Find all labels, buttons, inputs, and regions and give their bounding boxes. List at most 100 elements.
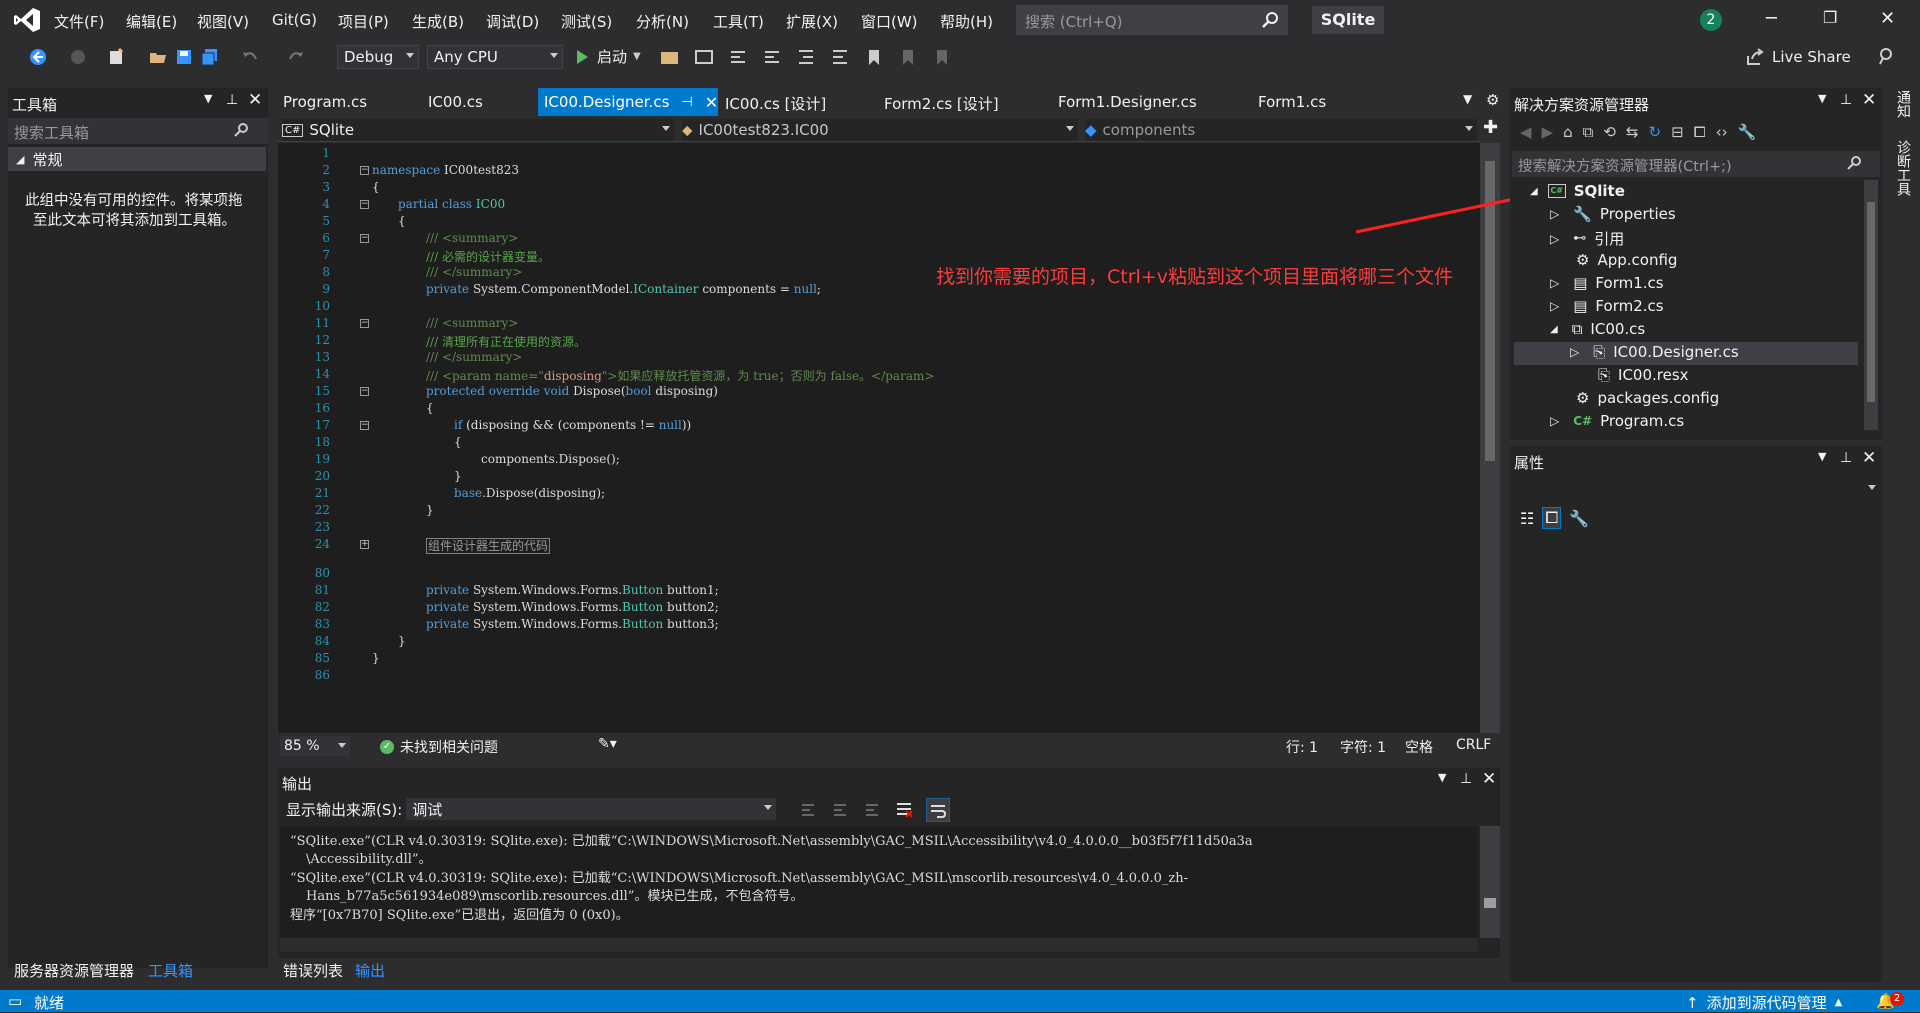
feedback-icon[interactable] [1876, 47, 1896, 67]
diagnostic-tools-side-tab[interactable]: 诊断工具 [1893, 140, 1913, 196]
collapse-all-icon[interactable]: ⊟ [1671, 123, 1684, 141]
collapse-icon[interactable]: − [360, 200, 369, 209]
open-folder-icon[interactable] [148, 47, 168, 67]
menu-file[interactable]: 文件(F) [54, 11, 104, 32]
output-horizontal-scrollbar[interactable] [280, 938, 1478, 952]
tab-form1-cs[interactable]: Form1.cs [1258, 88, 1326, 116]
solution-explorer-search-input[interactable]: 搜索解决方案资源管理器(Ctrl+;) [1512, 151, 1880, 177]
collapse-icon[interactable]: − [360, 319, 369, 328]
issues-indicator[interactable]: ✓ 未找到相关问题 [380, 737, 498, 757]
chevron-down-icon[interactable]: ▼ [204, 92, 212, 105]
show-all-files-icon[interactable]: ⧠ [1694, 123, 1706, 141]
collapse-icon[interactable]: − [360, 421, 369, 430]
forward-icon[interactable]: ▶ [1542, 123, 1554, 141]
prev-bookmark-icon[interactable] [898, 48, 918, 66]
categorized-icon[interactable]: ☷ [1520, 509, 1534, 528]
menu-edit[interactable]: 编辑(E) [126, 11, 177, 32]
menu-project[interactable]: 项目(P) [338, 11, 389, 32]
error-list-tab[interactable]: 错误列表 [283, 960, 343, 981]
chevron-down-icon[interactable]: ▼ [1438, 771, 1446, 784]
member-dropdown[interactable]: ◆ components [1085, 119, 1477, 141]
tab-form1-designer-cs[interactable]: Form1.Designer.cs [1058, 88, 1197, 116]
step-into-icon[interactable] [728, 48, 748, 66]
clear-all-icon[interactable] [894, 800, 914, 820]
tab-ic00-cs-design[interactable]: IC00.cs [设计] [725, 88, 826, 116]
expand-icon[interactable]: + [360, 540, 369, 549]
close-tab-icon[interactable]: ✕ [705, 93, 718, 112]
start-debugging-button[interactable]: 启动 ▼ [575, 46, 641, 67]
tab-program-cs[interactable]: Program.cs [283, 88, 367, 116]
close-icon[interactable]: ✕ [1880, 8, 1895, 29]
undo-icon[interactable] [240, 47, 260, 67]
refresh-icon[interactable]: ↻ [1649, 123, 1662, 141]
output-vertical-scrollbar[interactable] [1480, 826, 1500, 938]
menu-view[interactable]: 视图(V) [197, 11, 249, 32]
tree-item-references[interactable]: ▷ ⊷ 引用 [1550, 228, 1624, 249]
chevron-down-icon[interactable]: ▼ [1818, 92, 1826, 105]
eol-indicator[interactable]: CRLF [1456, 737, 1491, 753]
properties-wrench-icon[interactable]: 🔧 [1738, 123, 1757, 141]
save-icon[interactable] [174, 47, 194, 67]
output-tab[interactable]: 输出 [355, 960, 385, 981]
minimize-icon[interactable]: ─ [1766, 8, 1777, 29]
attach-process-icon[interactable] [660, 48, 680, 66]
notifications-side-tab[interactable]: 通知 [1893, 90, 1913, 118]
gear-icon[interactable]: ⚙ [1486, 91, 1499, 109]
collapsed-region[interactable]: 组件设计器生成的代码 [426, 538, 551, 554]
scrollbar-thumb[interactable] [1867, 202, 1875, 402]
close-panel-icon[interactable]: ✕ [1482, 769, 1496, 789]
tree-item-ic00-resx[interactable]: ⎘ IC00.resx [1598, 366, 1689, 384]
toolbox-search-input[interactable]: 搜索工具箱 [8, 118, 268, 144]
notification-badge[interactable]: 2 [1700, 9, 1722, 31]
redo-icon[interactable] [286, 47, 306, 67]
next-bookmark-icon[interactable] [932, 48, 952, 66]
switch-views-icon[interactable]: ⧉ [1583, 123, 1594, 141]
tree-item-packages-config[interactable]: ⚙ packages.config [1576, 389, 1719, 407]
properties-object-select[interactable] [1512, 478, 1880, 500]
view-code-icon[interactable]: ‹› [1716, 123, 1728, 141]
zoom-select[interactable]: 85 % [280, 736, 350, 756]
scrollbar-thumb[interactable] [1484, 898, 1496, 908]
menu-debug[interactable]: 调试(D) [486, 11, 539, 32]
add-to-source-control-button[interactable]: ↑ 添加到源代码管理 ▲ [1686, 992, 1842, 1013]
configuration-select[interactable]: Debug [337, 45, 419, 69]
property-pages-icon[interactable]: 🔧 [1569, 509, 1589, 528]
tree-item-program-cs[interactable]: ▷ C# Program.cs [1550, 412, 1684, 430]
navigate-forward-icon[interactable] [68, 47, 88, 67]
menu-git[interactable]: Git(G) [272, 11, 317, 29]
alphabetical-icon[interactable]: ⧠ [1542, 507, 1562, 529]
prev-message-icon[interactable] [830, 800, 850, 820]
project-dropdown[interactable]: C# SQlite [282, 119, 674, 141]
next-message-icon[interactable] [862, 800, 882, 820]
pin-icon[interactable]: ⊥ [1840, 92, 1852, 108]
close-panel-icon[interactable]: ✕ [1862, 448, 1876, 468]
tab-ic00-cs[interactable]: IC00.cs [428, 88, 483, 116]
new-project-icon[interactable] [106, 47, 126, 67]
pin-icon[interactable]: ⊥ [1460, 771, 1472, 787]
word-wrap-icon[interactable] [926, 798, 950, 822]
split-editor-icon[interactable]: ✚ [1483, 117, 1498, 138]
close-panel-icon[interactable]: ✕ [248, 90, 262, 110]
menu-window[interactable]: 窗口(W) [861, 11, 918, 32]
menu-build[interactable]: 生成(B) [412, 11, 464, 32]
platform-select[interactable]: Any CPU [427, 45, 563, 69]
navigate-back-icon[interactable] [28, 47, 48, 67]
whitespace-indicator[interactable]: 空格 [1405, 737, 1433, 757]
restore-icon[interactable]: ❐ [1823, 8, 1837, 27]
find-message-icon[interactable] [798, 800, 818, 820]
sync-icon[interactable]: ⇆ [1626, 123, 1639, 141]
tree-item-ic00-cs[interactable]: ◢ ⧉ IC00.cs [1550, 320, 1645, 338]
menu-test[interactable]: 测试(S) [561, 11, 612, 32]
tab-ic00-designer-cs[interactable]: IC00.Designer.cs ⊣ ✕ [538, 88, 718, 116]
indent-icon[interactable] [796, 48, 816, 66]
collapse-icon[interactable]: − [360, 387, 369, 396]
tab-list-dropdown-icon[interactable]: ▼ [1463, 92, 1472, 106]
global-search-input[interactable]: 搜索 (Ctrl+Q) [1016, 5, 1288, 35]
menu-analyze[interactable]: 分析(N) [636, 11, 689, 32]
pending-changes-icon[interactable]: ⟲ [1603, 123, 1616, 141]
pin-icon[interactable]: ⊥ [1840, 450, 1852, 466]
chevron-down-icon[interactable]: ▼ [1818, 450, 1826, 463]
menu-extensions[interactable]: 扩展(X) [786, 11, 838, 32]
tab-form2-cs-design[interactable]: Form2.cs [设计] [884, 88, 999, 116]
save-all-icon[interactable] [200, 47, 220, 67]
